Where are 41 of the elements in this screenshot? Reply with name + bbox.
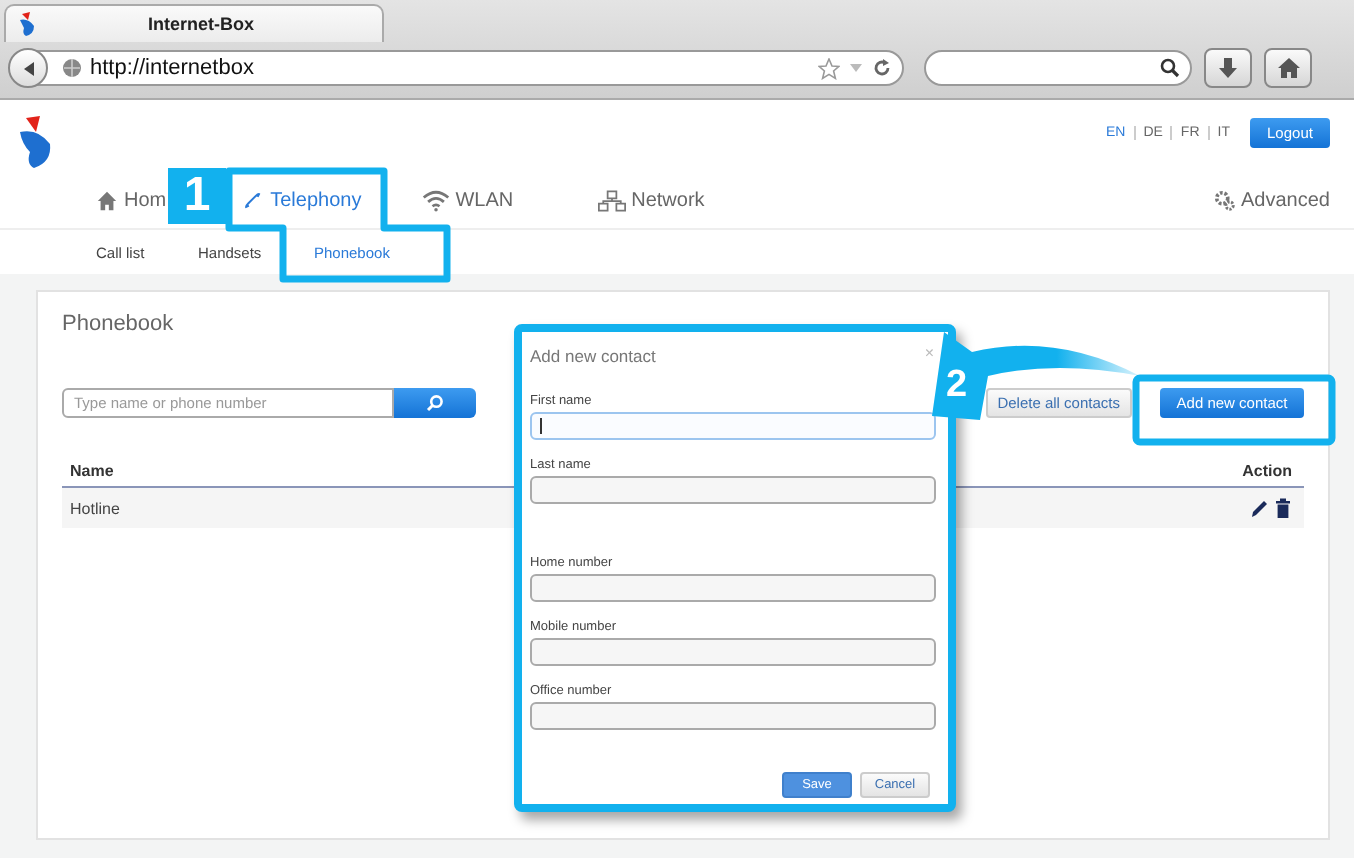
input-field[interactable] bbox=[530, 412, 936, 440]
logo-icon bbox=[18, 12, 36, 36]
logo-icon bbox=[16, 116, 56, 168]
browser-tab[interactable]: Internet-Box bbox=[4, 4, 384, 42]
back-button[interactable] bbox=[8, 48, 48, 88]
network-icon bbox=[597, 189, 626, 211]
panel-title: Phonebook bbox=[62, 312, 176, 336]
nav-tab[interactable]: Hom bbox=[96, 189, 167, 211]
input-field[interactable] bbox=[530, 574, 936, 602]
trash-icon[interactable] bbox=[1274, 498, 1292, 518]
download-icon bbox=[1218, 58, 1238, 78]
pencil-icon[interactable] bbox=[1250, 498, 1268, 518]
download-button[interactable] bbox=[1204, 48, 1252, 88]
input-field[interactable] bbox=[530, 476, 936, 504]
gear-icon bbox=[1213, 189, 1236, 211]
nav-tab[interactable]: Telephony bbox=[242, 189, 362, 211]
input-field[interactable] bbox=[530, 702, 936, 730]
contact-name: Hotline bbox=[70, 499, 120, 517]
step-badge: 1 bbox=[168, 168, 226, 224]
search-icon bbox=[426, 394, 444, 412]
search-icon bbox=[1160, 58, 1180, 78]
nav-tab[interactable]: Network bbox=[597, 189, 705, 211]
column-header: Name bbox=[70, 462, 114, 480]
dialog-title: Add new contact bbox=[530, 346, 656, 366]
reload-icon[interactable] bbox=[872, 58, 892, 78]
search-field[interactable] bbox=[924, 50, 1192, 86]
globe-icon bbox=[62, 58, 82, 78]
home-icon bbox=[96, 189, 118, 211]
nav-tab[interactable]: WLAN bbox=[421, 189, 514, 211]
back-icon bbox=[19, 59, 37, 77]
input-field[interactable] bbox=[530, 638, 936, 666]
dropdown-icon[interactable] bbox=[848, 60, 864, 76]
step-number: 2 bbox=[946, 366, 968, 404]
search-button[interactable] bbox=[394, 388, 476, 418]
star-icon[interactable] bbox=[818, 57, 840, 79]
column-header: Action bbox=[1242, 462, 1292, 480]
home-button[interactable] bbox=[1264, 48, 1312, 88]
home-icon bbox=[1277, 58, 1299, 78]
nav-tab[interactable]: Advanced bbox=[1213, 189, 1330, 211]
wifi-icon bbox=[421, 189, 450, 211]
phone-icon bbox=[242, 189, 265, 211]
